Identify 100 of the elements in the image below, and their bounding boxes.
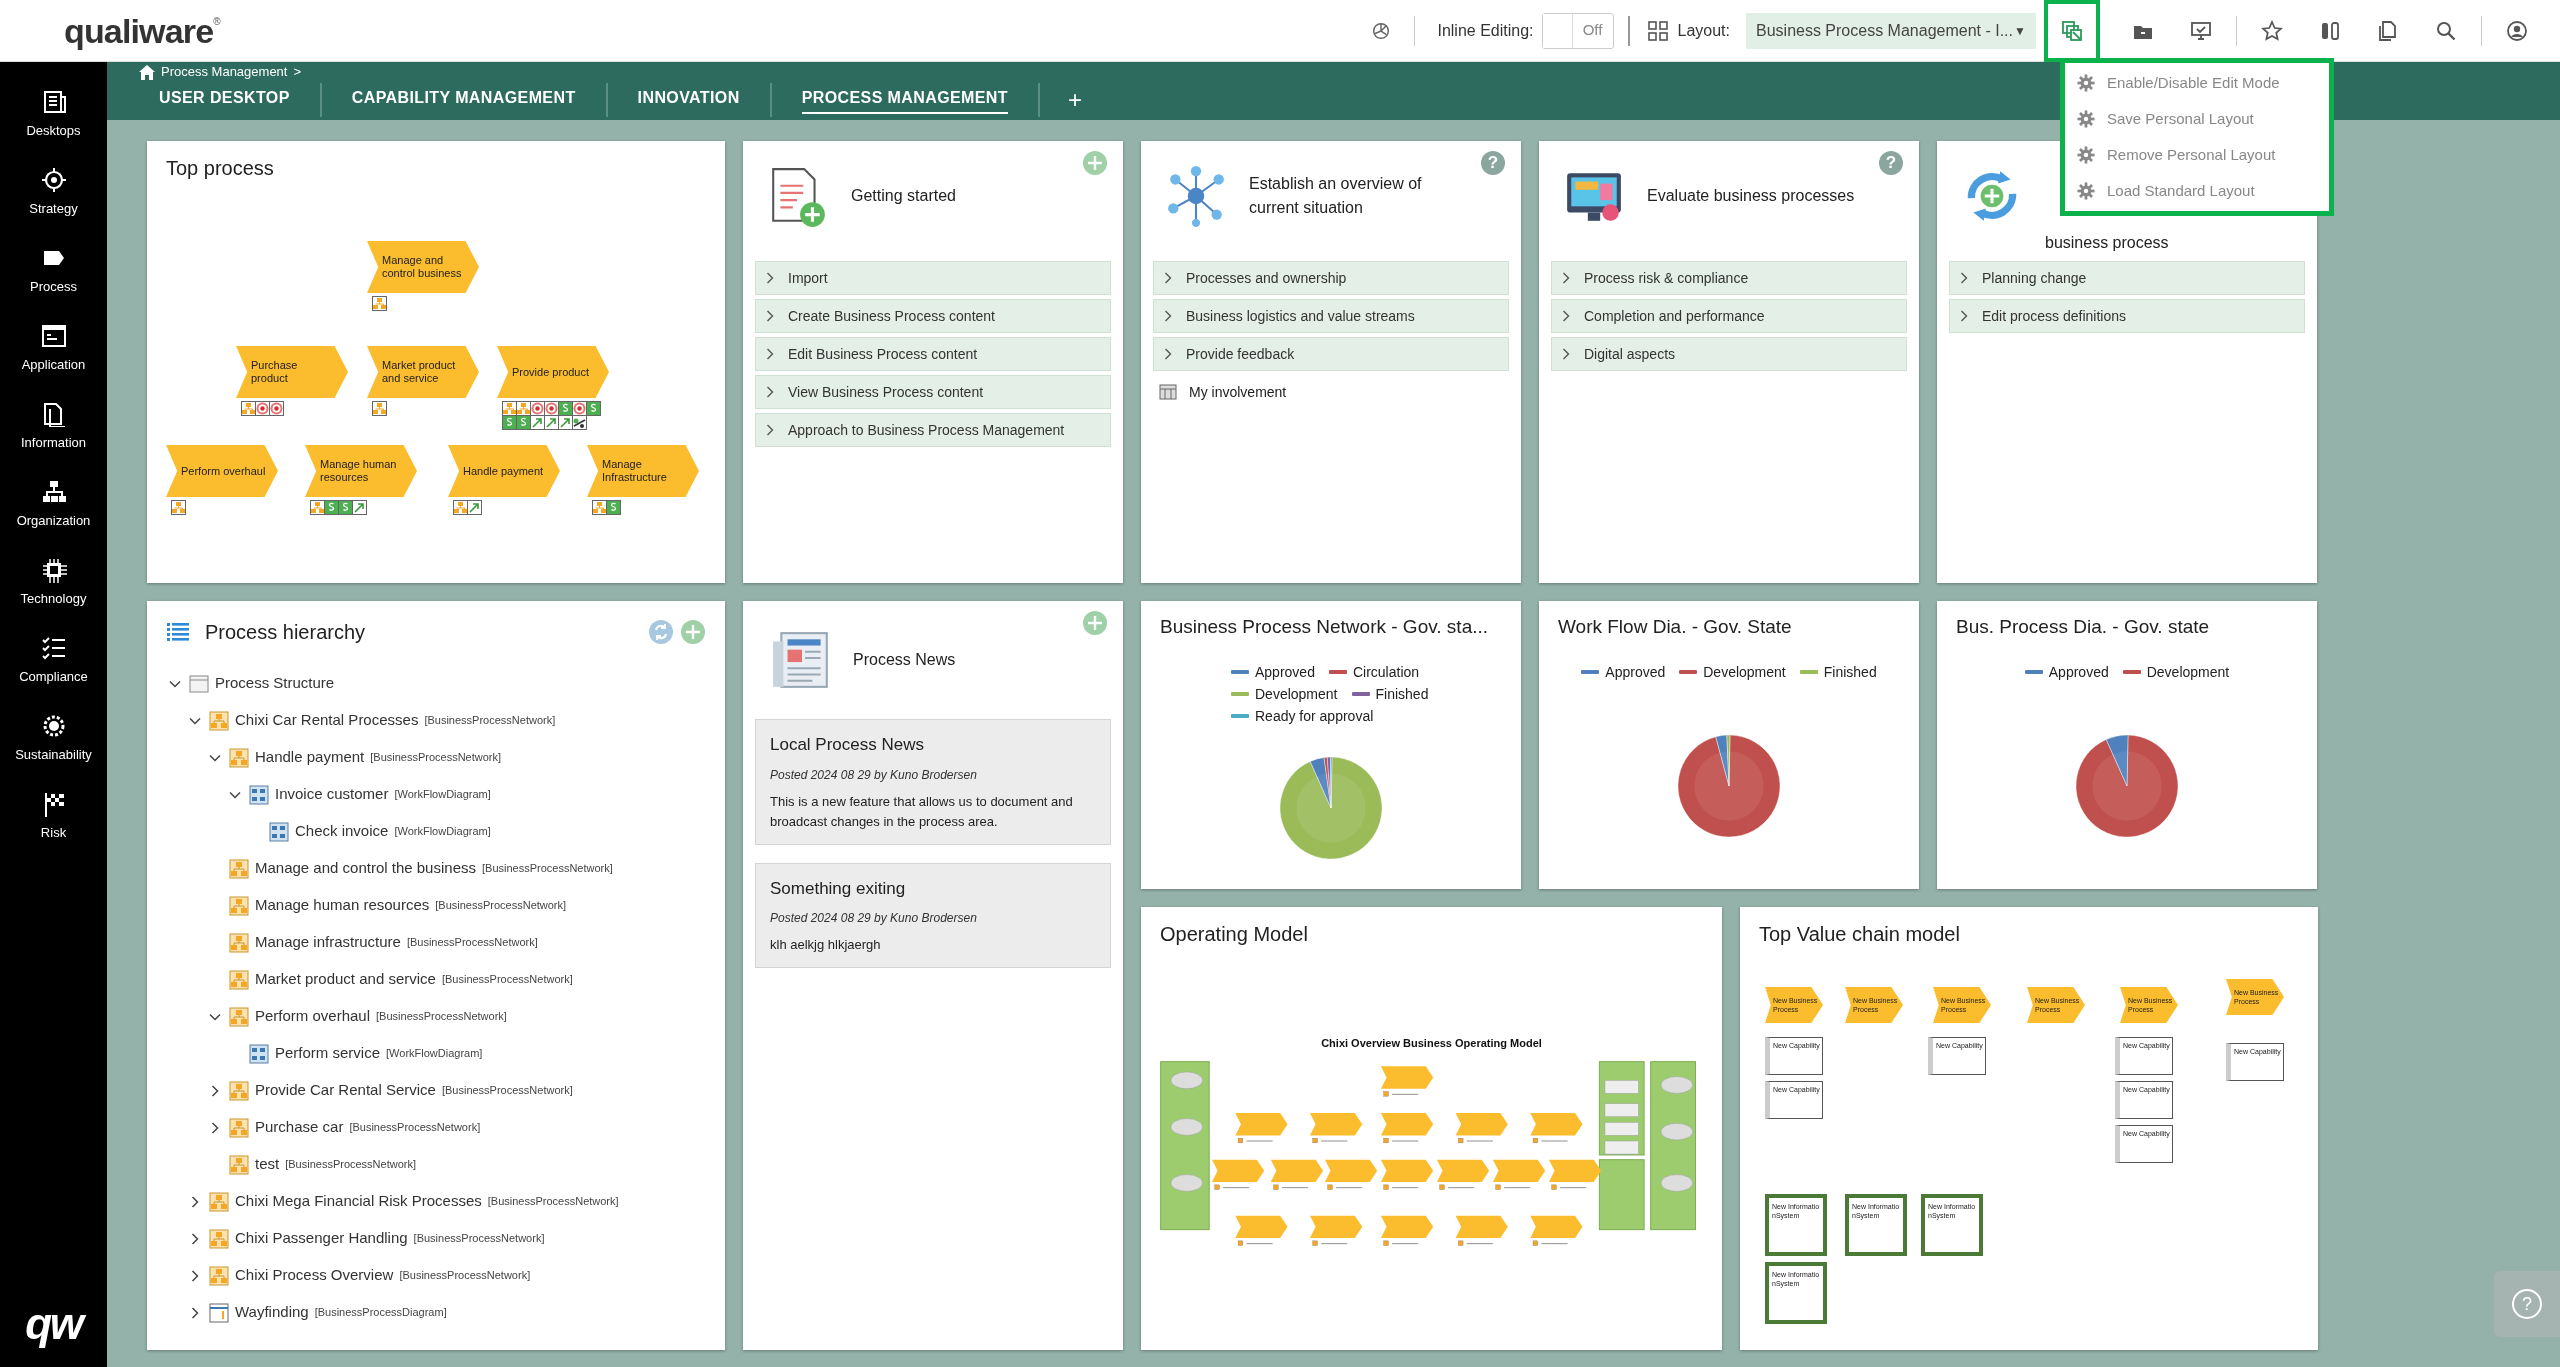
card-link[interactable]: View Business Process content — [755, 375, 1111, 409]
process-chevron[interactable]: Market product and service — [367, 346, 479, 398]
card-link[interactable]: Edit process definitions — [1949, 299, 2305, 333]
expand-chevron-icon[interactable] — [189, 1232, 201, 1245]
sidebar-item[interactable]: Sustainability — [0, 700, 107, 778]
chevron-right-icon — [1562, 272, 1570, 284]
tree-row[interactable]: Chixi Passenger Handling [BusinessProcessNetwork] — [169, 1220, 545, 1257]
process-chevron[interactable]: Manage and control business — [367, 241, 479, 293]
sidebar-item[interactable]: Compliance — [0, 622, 107, 700]
news-item[interactable]: Local Process News Posted 2024 08 29 by Kuno Brodersen This is a new feature that allows us to document and broadcast changes in the process area. — [755, 719, 1111, 845]
tree-row[interactable]: Manage and control the business [BusinessProcessNetwork] — [169, 850, 613, 887]
search-icon[interactable] — [2435, 19, 2457, 42]
tree-row[interactable]: Chixi Car Rental Processes [BusinessProcessNetwork] — [169, 702, 556, 739]
menu-item[interactable]: Enable/Disable Edit Mode — [2065, 65, 2329, 101]
card-link[interactable]: Digital aspects — [1551, 337, 1907, 371]
expand-chevron-icon[interactable] — [189, 1306, 201, 1319]
sidebar-item[interactable]: Information — [0, 388, 107, 466]
inline-editing-toggle[interactable]: Off — [1541, 12, 1614, 49]
tree-row[interactable]: Invoice customer [WorkFlowDiagram] — [169, 776, 491, 813]
expand-chevron-icon[interactable] — [189, 1195, 201, 1208]
tree-item-type: [BusinessProcessNetwork] — [441, 972, 573, 988]
card-link[interactable]: Import — [755, 261, 1111, 295]
tab[interactable]: CAPABILITY MANAGEMENT — [351, 86, 576, 114]
tree-row[interactable]: Chixi Process Overview [BusinessProcessNetwork] — [169, 1257, 531, 1294]
tree-row[interactable]: Perform overhaul [BusinessProcessNetwork] — [169, 998, 507, 1035]
card-link[interactable]: Business logistics and value streams — [1153, 299, 1509, 333]
process-chevron[interactable]: Purchase product — [236, 346, 348, 398]
network-diagram-icon — [229, 747, 249, 768]
expand-chevron-icon[interactable] — [189, 1269, 201, 1282]
card-link[interactable]: Planning change — [1949, 261, 2305, 295]
tree-icon — [171, 500, 186, 515]
user-icon[interactable] — [2506, 19, 2528, 42]
tree-item-type: [BusinessProcessNetwork] — [487, 1194, 619, 1210]
star-icon[interactable] — [2261, 19, 2283, 42]
tree-row[interactable]: Provide Car Rental Service [BusinessProcessNetwork] — [169, 1072, 573, 1109]
arrow-icon — [530, 415, 545, 430]
menu-item[interactable]: Remove Personal Layout — [2065, 137, 2329, 173]
tree-row[interactable]: Manage infrastructure [BusinessProcessNetwork] — [169, 924, 538, 961]
process-chevron[interactable]: Manage human resources — [305, 445, 417, 497]
columns-icon[interactable] — [2319, 19, 2341, 42]
menu-item[interactable]: Save Personal Layout — [2065, 101, 2329, 137]
card-link[interactable]: Completion and performance — [1551, 299, 1907, 333]
tree-row[interactable]: Market product and service [BusinessProcessNetwork] — [169, 961, 573, 998]
tab[interactable]: INNOVATION — [637, 86, 740, 114]
tree-row[interactable]: Perform service [WorkFlowDiagram] — [169, 1035, 483, 1072]
news-item[interactable]: Something exiting Posted 2024 08 29 by Kuno Brodersen klh aelkjg hlkjaergh — [755, 862, 1111, 968]
tree-item-name: Perform overhaul — [255, 1006, 371, 1027]
tree-row[interactable]: Process Structure — [169, 665, 335, 702]
arrow-icon — [558, 415, 573, 430]
add-tab-button[interactable]: + — [1040, 80, 1110, 120]
sidebar-item[interactable]: Organization — [0, 466, 107, 544]
diagram-diagram-icon — [209, 1302, 229, 1323]
sidebar-item[interactable]: Strategy — [0, 154, 107, 232]
sidebar-item[interactable]: Risk — [0, 778, 107, 856]
expand-chevron-icon[interactable] — [209, 1121, 221, 1134]
layout-select[interactable]: Business Process Management - I...▼ — [1746, 12, 2036, 49]
card-title: business process — [2045, 233, 2170, 253]
tree-item-name: Market product and service — [255, 969, 436, 990]
tree-row[interactable]: test [BusinessProcessNetwork] — [169, 1146, 416, 1183]
card-link[interactable]: Edit Business Process content — [755, 337, 1111, 371]
sidebar-item[interactable]: Application — [0, 310, 107, 388]
expand-chevron-icon[interactable] — [209, 1084, 221, 1097]
target-icon — [544, 401, 559, 416]
card-link[interactable]: Approach to Business Process Management — [755, 413, 1111, 447]
tree-row[interactable]: Chixi Mega Financial Risk Processes [BusinessProcessNetwork] — [169, 1183, 619, 1220]
monitor-icon[interactable] — [2190, 19, 2212, 42]
tree-item-type: [WorkFlowDiagram] — [394, 787, 491, 803]
sidebar-item[interactable]: Process — [0, 232, 107, 310]
process-chevron[interactable]: Manage Infrastructure — [587, 445, 699, 497]
card-link[interactable]: Create Business Process content — [755, 299, 1111, 333]
caret-icon: ▼ — [2014, 21, 2026, 40]
tab[interactable]: USER DESKTOP — [159, 86, 290, 114]
tree-row[interactable]: Handle payment [BusinessProcessNetwork] — [169, 739, 502, 776]
tree-icon — [310, 500, 325, 515]
process-chevron[interactable]: Provide product — [497, 346, 609, 398]
tree-row[interactable]: Purchase car [BusinessProcessNetwork] — [169, 1109, 481, 1146]
tree-row[interactable]: Wayfinding [BusinessProcessDiagram] — [169, 1294, 447, 1331]
tree-item-name: Chixi Passenger Handling — [235, 1228, 408, 1249]
breadcrumb-link[interactable]: Process Management — [161, 62, 288, 82]
menu-item[interactable]: Load Standard Layout — [2065, 173, 2329, 209]
card-link[interactable]: Processes and ownership — [1153, 261, 1509, 295]
tree-item-name: Manage human resources — [255, 895, 430, 916]
card-link[interactable]: Process risk & compliance — [1551, 261, 1907, 295]
sidebar-item[interactable]: Desktops — [0, 76, 107, 154]
technology-icon — [40, 557, 67, 584]
tree-icon — [502, 401, 517, 416]
tree-row[interactable]: Check invoice [WorkFlowDiagram] — [169, 813, 491, 850]
network-diagram-icon — [229, 858, 249, 879]
diagram-title: Chixi Overview Business Operating Model — [1320, 1036, 1543, 1051]
tab[interactable]: PROCESS MANAGEMENT — [801, 86, 1008, 114]
logo-text: qualiware — [64, 13, 214, 48]
copy-icon[interactable] — [2377, 19, 2399, 42]
process-chevron[interactable]: Perform overhaul — [166, 445, 278, 497]
card-link[interactable]: Provide feedback — [1153, 337, 1509, 371]
gear-icon — [2077, 110, 2095, 128]
tree-row[interactable]: Manage human resources [BusinessProcessNetwork] — [169, 887, 567, 924]
report-link[interactable]: My involvement — [1153, 375, 1509, 409]
tree-item-type: [BusinessProcessNetwork] — [435, 898, 567, 914]
process-chevron[interactable]: Handle payment — [448, 445, 560, 497]
sidebar-item[interactable]: Technology — [0, 544, 107, 622]
